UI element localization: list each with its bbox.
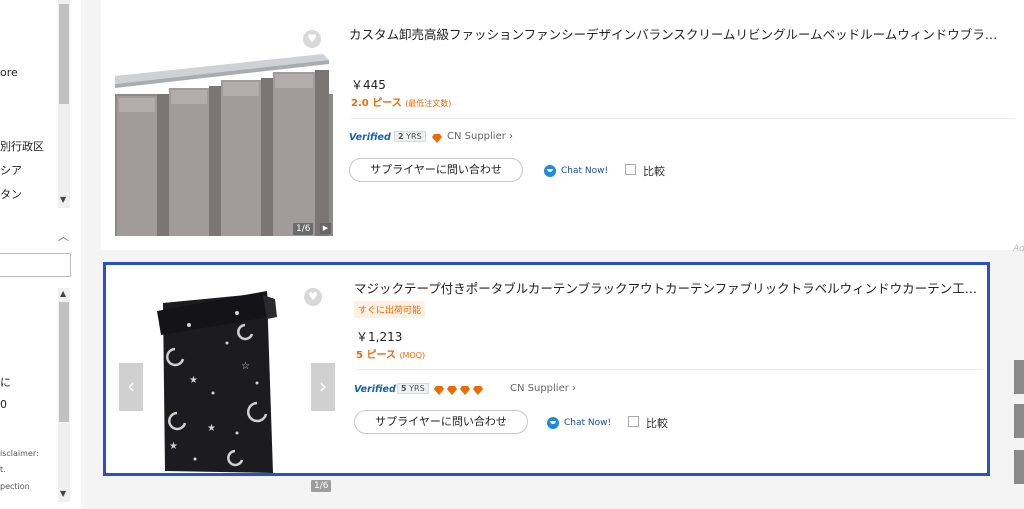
chat-icon[interactable] (547, 417, 559, 429)
curtain-image (115, 14, 337, 236)
years-badge: 2 YRS (394, 131, 426, 142)
compare-checkbox[interactable] (625, 164, 636, 175)
product-price: ￥445 (351, 78, 386, 92)
sidebar-text: 0 (0, 398, 7, 411)
product-image[interactable]: ★ ★ ★ ☆ ♥ ‹ › (117, 273, 339, 473)
verified-badge[interactable]: Verified (354, 384, 396, 395)
svg-text:★: ★ (169, 441, 178, 452)
supplier-country[interactable]: CN Supplier › (510, 383, 576, 394)
play-icon[interactable]: ▶ (320, 223, 331, 234)
years-unit: YRS (406, 132, 422, 141)
product-card-selected[interactable]: ★ ★ ★ ☆ ♥ ‹ › 1/6 マジックテープ付きポータブルカーテンブラック… (103, 262, 990, 492)
moq-value: 2.0 ピース (351, 98, 402, 109)
compare-checkbox[interactable] (628, 416, 639, 427)
image-counter: 1/6 (293, 223, 314, 235)
supplier-label: CN Supplier (510, 383, 569, 394)
sidebar-region-option[interactable]: タン (0, 186, 22, 202)
chevron-down-icon[interactable]: ▼ (60, 196, 66, 204)
sidebar-text: に (0, 376, 11, 389)
scrollbar-thumb[interactable] (59, 302, 69, 422)
diamond-icon (432, 134, 442, 143)
product-moq: 5 ピース (MOQ) (356, 346, 425, 361)
product-title[interactable]: カスタム卸売高級ファッションファンシーデザインバランスクリームリビングルームベッ… (349, 24, 999, 43)
sidebar-text: ore (0, 66, 18, 79)
ready-to-ship-badge: すぐに出荷可能 (354, 301, 426, 318)
product-title[interactable]: マジックテープ付きポータブルカーテンブラックアウトカーテンファブリックトラベルウ… (354, 278, 984, 297)
contact-supplier-button[interactable]: サプライヤーに問い合わせ (354, 410, 528, 434)
filter-input[interactable] (0, 253, 71, 277)
divider (351, 118, 1015, 119)
diamond-icon (434, 386, 444, 395)
product-moq: 2.0 ピース (最低注文数) (351, 94, 451, 109)
svg-text:★: ★ (207, 423, 216, 434)
scrollbar-thumb[interactable] (59, 4, 69, 104)
years-value: 5 (401, 384, 407, 393)
years-unit: YRS (409, 384, 425, 393)
product-image[interactable]: ♥ 1/6 ▶ (115, 14, 337, 236)
chevron-up-icon[interactable]: ︿ (58, 228, 69, 244)
chevron-up-icon[interactable]: ▲ (60, 290, 66, 298)
sidebar-region-option[interactable]: 別行政区 (0, 138, 44, 154)
sidebar-region-option[interactable]: シア (0, 162, 22, 178)
moq-label: (MOQ) (399, 351, 426, 360)
gutter (81, 0, 101, 509)
years-badge: 5 YRS (397, 383, 429, 394)
supplier-label: CN Supplier (447, 131, 506, 142)
supplier-country[interactable]: CN Supplier › (447, 131, 513, 142)
sidebar-scrollbar[interactable]: ▲ ▼ (58, 288, 70, 502)
floating-tool-button[interactable] (1014, 450, 1024, 484)
diamond-icon (447, 386, 457, 395)
heart-icon[interactable]: ♥ (303, 30, 321, 48)
product-card[interactable]: ♥ 1/6 ▶ カスタム卸売高級ファッションファンシーデザインバランスクリームリ… (101, 0, 1024, 254)
diamond-icon (460, 386, 470, 395)
divider (356, 369, 984, 370)
years-value: 2 (398, 132, 404, 141)
verified-badge[interactable]: Verified (349, 132, 391, 143)
diamond-icon (473, 386, 483, 395)
heart-icon[interactable]: ♥ (304, 288, 322, 306)
disclaimer-text: t. (0, 465, 6, 474)
chevron-left-icon[interactable]: ‹ (119, 363, 143, 411)
chevron-right-icon: › (509, 131, 514, 142)
chevron-right-icon: › (572, 383, 577, 394)
floating-tool-button[interactable] (1014, 404, 1024, 438)
compare-label[interactable]: 比較 (646, 415, 668, 431)
ad-label: Ad (1013, 244, 1024, 254)
disclaimer-text: isclaimer: (0, 449, 39, 458)
chat-now-link[interactable]: Chat Now! (561, 166, 608, 176)
compare-label[interactable]: 比較 (643, 163, 665, 179)
moq-label: (最低注文数) (405, 99, 452, 108)
contact-supplier-button[interactable]: サプライヤーに問い合わせ (349, 158, 523, 182)
svg-text:★: ★ (189, 375, 198, 386)
product-price: ￥1,213 (356, 330, 403, 344)
floating-tool-button[interactable] (1014, 360, 1024, 394)
chat-icon[interactable] (544, 165, 556, 177)
image-counter: 1/6 (311, 480, 332, 492)
chat-now-link[interactable]: Chat Now! (564, 418, 611, 428)
sidebar-scrollbar[interactable]: ▼ (58, 0, 70, 208)
disclaimer-text: pection (0, 482, 30, 491)
chevron-down-icon[interactable]: ▼ (60, 490, 66, 498)
moq-value: 5 ピース (356, 350, 396, 361)
svg-text:☆: ☆ (241, 361, 250, 372)
filter-sidebar: ore 別行政区 シア タン ▼ ︿ ▲ ▼ に 0 isclaimer: t.… (0, 0, 81, 509)
chevron-right-icon[interactable]: › (311, 363, 335, 411)
